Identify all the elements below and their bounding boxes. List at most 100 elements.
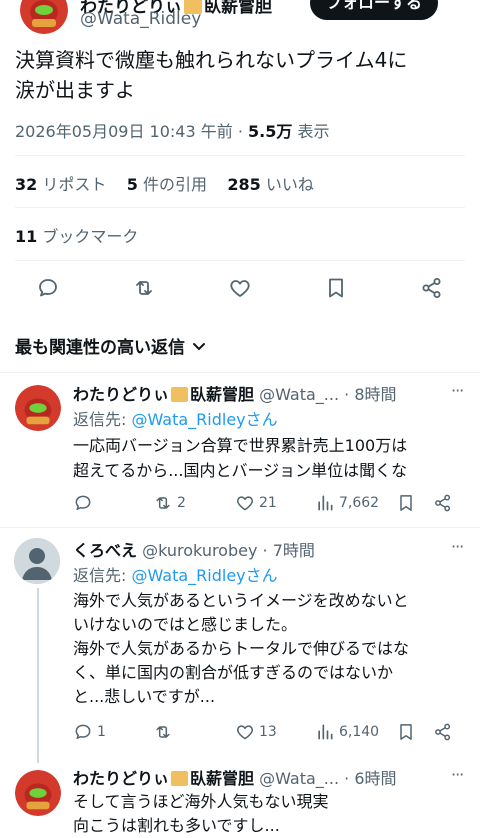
reply-text-line: く、単に国内の割合が低すぎるのではないか — [73, 663, 394, 682]
reply-sort-dropdown[interactable]: 最も関連性の高い返信 — [15, 333, 207, 358]
meta-dot: · — [237, 122, 243, 141]
repost-button[interactable]: 2 — [153, 493, 186, 513]
reply-author-name-suffix: 臥薪嘗胆 — [190, 385, 255, 404]
more-options-icon[interactable]: ··· — [451, 381, 464, 400]
views-chart-icon — [318, 724, 333, 740]
share-icon[interactable] — [420, 276, 444, 300]
likes-label: いいね — [265, 175, 314, 194]
author-handle[interactable]: @Wata_Ridley — [80, 9, 201, 29]
reply-time[interactable]: · 7時間 — [263, 541, 315, 560]
thread-connector — [37, 588, 39, 763]
reply-avatar[interactable] — [15, 385, 61, 431]
reply-time[interactable]: · 8時間 — [344, 385, 396, 404]
reply-text-line: と...悲しいですが... — [73, 687, 216, 706]
more-options-icon[interactable]: ··· — [451, 537, 464, 556]
bookmark-icon[interactable] — [396, 722, 416, 742]
post-stats: 32 リポスト 5 件の引用 285 いいね — [15, 171, 314, 195]
bookmarks-stat[interactable]: 11 ブックマーク — [15, 223, 138, 247]
likes-count: 285 — [227, 175, 261, 194]
reply-author-name[interactable]: わたりどりぃ 臥薪嘗胆 — [73, 385, 254, 404]
reply-text-line: そして言うほど海外人気もない現実 — [73, 792, 329, 811]
quotes-stat[interactable]: 5 件の引用 — [127, 175, 207, 194]
divider — [0, 527, 480, 528]
reply-text: 海外で人気があるというイメージを改めないと いけないのではと感じました。 海外で… — [73, 589, 409, 709]
reply-to-prefix: 返信先: — [73, 566, 132, 585]
reply-button[interactable] — [73, 493, 97, 513]
views-count: 6,140 — [339, 724, 380, 740]
repost-button[interactable] — [153, 722, 177, 742]
reply-author-name[interactable]: くろべえ — [73, 541, 137, 560]
avatar-image — [15, 770, 61, 816]
bookmarks-label: ブックマーク — [42, 227, 139, 246]
views-button[interactable]: 6,140 — [315, 722, 379, 742]
post-text-line: 決算資料で微塵も触れられないプライム4に — [15, 48, 408, 72]
default-profile-icon — [14, 538, 60, 584]
repost-icon[interactable] — [132, 276, 156, 300]
views-count: 7,662 — [339, 495, 380, 511]
reply-text: そして言うほど海外人気もない現実 向こうは割れも多いですし... — [73, 790, 329, 838]
cactus-emoji-icon — [171, 771, 189, 786]
reply-author-name[interactable]: わたりどりぃ 臥薪嘗胆 — [73, 769, 254, 788]
like-button[interactable]: 21 — [235, 493, 277, 513]
chevron-down-icon — [193, 342, 205, 350]
like-icon — [237, 496, 253, 511]
reply-text-line: 超えてるから...国内とバージョン単位は聞くな — [73, 461, 408, 480]
reply-text-line: いけないのではと感じました。 — [73, 615, 298, 634]
like-icon[interactable] — [228, 276, 252, 300]
reposts-label: リポスト — [42, 175, 107, 194]
likes-stat[interactable]: 285 いいね — [227, 175, 314, 194]
like-count: 21 — [259, 495, 277, 511]
reply-to-link[interactable]: @Wata_Ridleyさん — [131, 566, 277, 585]
reply-icon — [75, 724, 91, 739]
reply-to-line: 返信先: @Wata_Ridleyさん — [73, 406, 278, 430]
share-icon[interactable] — [433, 722, 453, 742]
reply-avatar[interactable] — [14, 538, 60, 584]
post-timestamp[interactable]: 2026年05月09日 10:43 午前 — [15, 122, 233, 141]
reply-header: わたりどりぃ 臥薪嘗胆 @Wata_... · 8時間 — [73, 381, 397, 405]
more-options-icon[interactable]: ··· — [451, 765, 464, 784]
reply-text: 一応両バージョン合算で世界累計売上100万は 超えてるから...国内とバージョン… — [73, 433, 407, 483]
reply-text-line: 向こうは割れも多いですし... — [73, 816, 280, 835]
reply-text-line: 一応両バージョン合算で世界累計売上100万は — [73, 436, 408, 455]
reposts-stat[interactable]: 32 リポスト — [15, 175, 106, 194]
sort-label: 最も関連性の高い返信 — [15, 338, 185, 358]
post-text: 決算資料で微塵も触れられないプライム4に 涙が出ますよ — [15, 45, 407, 105]
quotes-label: 件の引用 — [142, 175, 207, 194]
author-avatar[interactable] — [20, 0, 68, 34]
avatar-image — [20, 0, 68, 34]
views-chart-icon — [318, 495, 333, 511]
views-count: 5.5万 — [248, 122, 293, 141]
reply-text-line: 海外で人気があるからトータルで伸びるではな — [73, 639, 410, 658]
post-text-line: 涙が出ますよ — [15, 78, 135, 102]
views-button[interactable]: 7,662 — [315, 493, 379, 513]
reply-author-handle[interactable]: @kurokurobey — [142, 541, 257, 560]
reply-icon[interactable] — [36, 276, 60, 300]
bookmark-icon[interactable] — [396, 493, 416, 513]
share-icon[interactable] — [433, 493, 453, 513]
reply-header: わたりどりぃ 臥薪嘗胆 @Wata_... · 6時間 — [73, 765, 397, 789]
like-icon — [237, 725, 253, 740]
reply-to-prefix: 返信先: — [73, 410, 132, 429]
divider — [15, 260, 465, 261]
divider — [15, 207, 465, 208]
reply-time[interactable]: · 6時間 — [344, 769, 396, 788]
reply-author-name-text: わたりどりぃ — [73, 769, 170, 788]
bookmark-icon[interactable] — [324, 276, 348, 300]
reply-author-name-text: わたりどりぃ — [73, 385, 170, 404]
views-label: 表示 — [297, 122, 330, 141]
repost-icon — [156, 497, 170, 509]
quotes-count: 5 — [126, 175, 138, 194]
reply-count: 1 — [97, 724, 106, 740]
follow-button[interactable]: フォローする — [310, 0, 438, 20]
reply-button[interactable]: 1 — [73, 722, 106, 742]
reply-avatar[interactable] — [15, 770, 61, 816]
reply-to-line: 返信先: @Wata_Ridleyさん — [73, 562, 278, 586]
like-button[interactable]: 13 — [235, 722, 277, 742]
reply-to-link[interactable]: @Wata_Ridleyさん — [131, 410, 277, 429]
reply-author-handle[interactable]: @Wata_... — [259, 769, 339, 788]
reply-author-name-suffix: 臥薪嘗胆 — [190, 769, 255, 788]
bookmarks-count: 11 — [15, 227, 38, 246]
author-name-suffix: 臥薪嘗胆 — [204, 0, 272, 17]
repost-icon — [156, 726, 170, 738]
reply-author-handle[interactable]: @Wata_... — [259, 385, 339, 404]
